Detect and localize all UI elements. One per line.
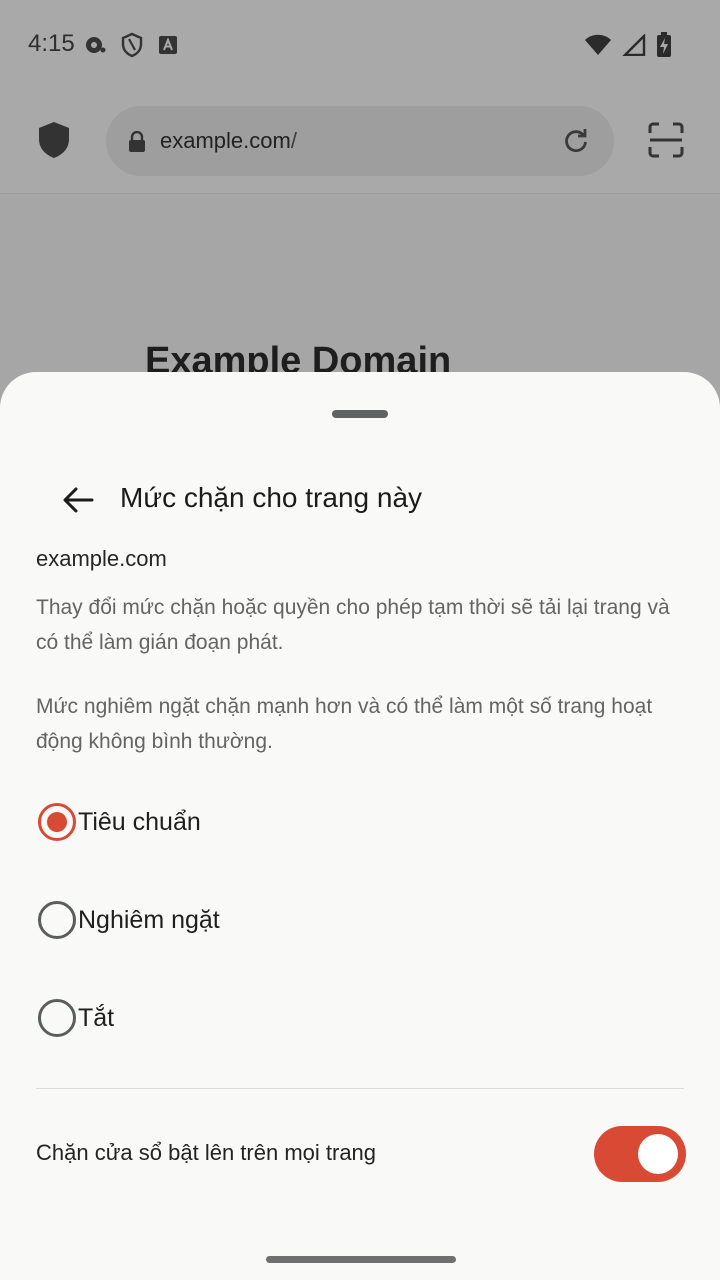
browser-toolbar: example.com/ xyxy=(0,90,720,194)
popup-block-toggle[interactable] xyxy=(594,1126,686,1182)
status-time: 4:15 xyxy=(28,30,75,57)
vpn-shield-icon xyxy=(121,32,143,58)
arrow-back-icon xyxy=(63,487,94,513)
bottom-sheet: Mức chặn cho trang này example.com Thay … xyxy=(0,372,720,1280)
url-bar[interactable]: example.com/ xyxy=(106,106,614,176)
popup-block-row[interactable]: Chặn cửa sổ bật lên trên mọi trang xyxy=(36,1124,686,1184)
battery-charging-icon xyxy=(657,32,671,57)
site-domain: example.com xyxy=(36,546,167,571)
sheet-title: Mức chặn cho trang này xyxy=(120,482,423,513)
lock-icon xyxy=(129,131,145,152)
cellular-signal-icon xyxy=(622,34,646,56)
radio-button[interactable] xyxy=(38,901,76,939)
gesture-navigation-bar[interactable] xyxy=(266,1256,456,1263)
scan-icon xyxy=(648,122,684,158)
status-bar: 4:15 xyxy=(0,0,720,90)
url-domain: example.com xyxy=(160,128,291,153)
media-icon xyxy=(86,37,106,53)
status-icons-right xyxy=(584,32,672,58)
scan-button[interactable] xyxy=(648,122,684,163)
url-path: / xyxy=(290,128,297,153)
option-label: Tiêu chuẩn xyxy=(78,807,201,836)
description-strict-warning: Mức nghiêm ngặt chặn mạnh hơn và có thể … xyxy=(36,695,653,753)
description-reload-warning: Thay đổi mức chặn hoặc quyền cho phép tạ… xyxy=(36,596,670,654)
option-standard[interactable]: Tiêu chuẩn xyxy=(36,787,686,857)
popup-block-label: Chặn cửa sổ bật lên trên mọi trang xyxy=(36,1140,377,1165)
wifi-icon xyxy=(585,34,611,55)
back-button[interactable] xyxy=(56,478,100,522)
shield-icon xyxy=(39,122,69,158)
radio-button-checked[interactable] xyxy=(38,803,76,841)
reload-icon[interactable] xyxy=(562,127,590,155)
option-off[interactable]: Tắt xyxy=(36,983,686,1053)
option-strict[interactable]: Nghiêm ngặt xyxy=(36,885,686,955)
shield-button[interactable] xyxy=(36,120,76,164)
radio-button[interactable] xyxy=(38,999,76,1037)
drag-handle[interactable] xyxy=(332,410,388,418)
option-label: Tắt xyxy=(78,1003,115,1032)
keyboard-a-icon xyxy=(159,36,177,54)
url-text: example.com/ xyxy=(160,128,297,154)
toggle-knob xyxy=(638,1134,678,1174)
option-label: Nghiêm ngặt xyxy=(78,905,220,934)
status-icons-left xyxy=(84,32,178,58)
divider xyxy=(36,1088,684,1089)
